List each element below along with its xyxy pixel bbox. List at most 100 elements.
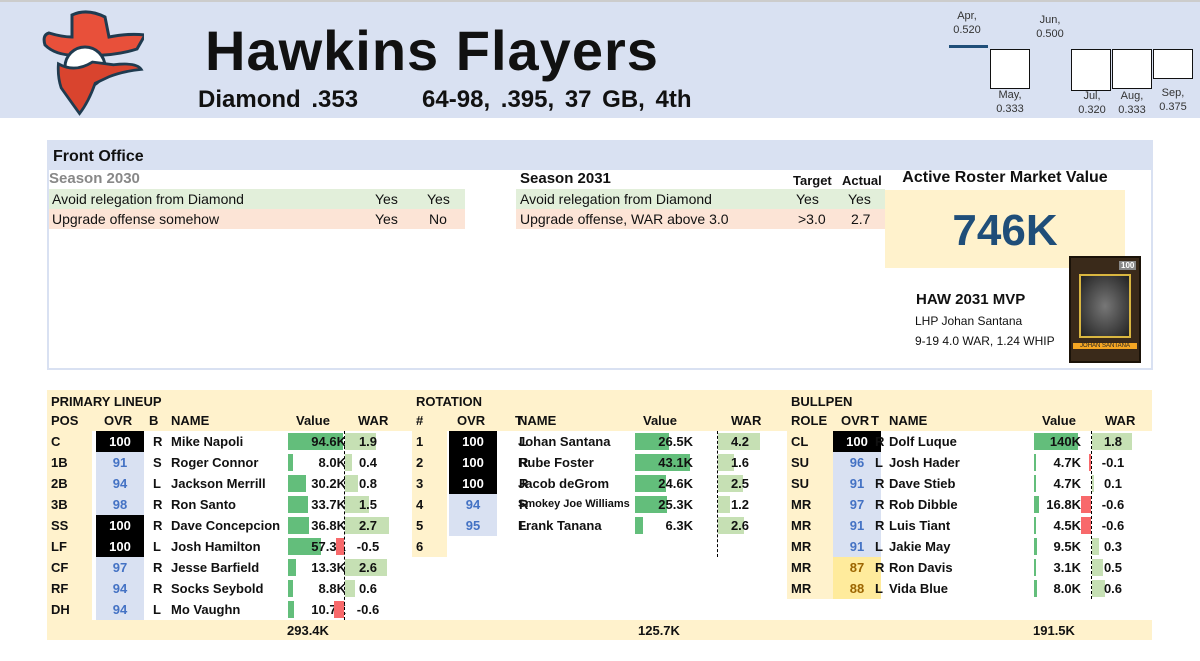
player-war: 1.2 <box>730 497 750 512</box>
player-war: 0.6 <box>358 581 378 596</box>
war-bar-negative <box>335 538 344 555</box>
player-value: 8.0K <box>318 455 346 470</box>
goal-row: Upgrade offense somehow Yes No <box>49 209 465 229</box>
tables-total-band <box>47 620 1152 640</box>
player-war: 0.6 <box>1103 581 1123 596</box>
table-row[interactable]: SS 100 R Dave Concepcion 36.8K 2.7 <box>47 515 412 536</box>
player-name: Rob Dibble <box>889 497 958 512</box>
card-ovr: 100 <box>1119 261 1137 270</box>
player-value: 6.3K <box>665 518 693 533</box>
table-row[interactable]: 1 100 L Johan Santana 26.5K 4.2 <box>412 431 777 452</box>
column-header-name: NAME <box>889 413 928 428</box>
column-header-name: NAME <box>518 413 557 428</box>
table-row[interactable]: C 100 R Mike Napoli 94.6K 1.9 <box>47 431 412 452</box>
hand: R <box>875 434 885 449</box>
ovr-badge: 100 <box>96 515 144 536</box>
row-label: C <box>51 434 61 449</box>
table-row[interactable]: CL 100 R Dolf Luque 140K 1.8 <box>787 431 1152 452</box>
player-war: -0.6 <box>356 602 380 617</box>
month-bar-apr <box>949 45 988 48</box>
table-row[interactable]: MR 91 L Jakie May 9.5K 0.3 <box>787 536 1152 557</box>
ovr-badge: 94 <box>449 494 497 515</box>
player-value: 13.3K <box>311 560 346 575</box>
row-label: 3 <box>416 476 424 491</box>
ovr-badge: 87 <box>833 557 881 578</box>
goal-row: Avoid relegation from Diamond Yes Yes <box>516 189 885 209</box>
table-row[interactable]: 5 95 L Frank Tanana 6.3K 2.6 <box>412 515 777 536</box>
table-row[interactable]: SU 91 R Dave Stieb 4.7K 0.1 <box>787 473 1152 494</box>
table-row[interactable]: 2B 94 L Jackson Merrill 30.2K 0.8 <box>47 473 412 494</box>
goal-row: Avoid relegation from Diamond Yes Yes <box>49 189 465 209</box>
table-row[interactable]: LF 100 L Josh Hamilton 57.3K -0.5 <box>47 536 412 557</box>
player-name: Luis Tiant <box>889 518 951 533</box>
ovr-badge: 100 <box>96 536 144 557</box>
row-label: 5 <box>416 518 424 533</box>
player-value: 30.2K <box>311 476 346 491</box>
lineup-title: PRIMARY LINEUP <box>51 394 162 409</box>
bullpen-total-value: 191.5K <box>1033 623 1075 638</box>
table-row[interactable]: RF 94 R Socks Seybold 8.8K 0.6 <box>47 578 412 599</box>
month-bar-aug <box>1112 49 1152 89</box>
row-label: 6 <box>416 539 424 554</box>
team-record: Diamond .353 64-98, .395, 37 GB, 4th <box>198 86 692 113</box>
player-name: Johan Santana <box>518 434 611 449</box>
ovr-badge: 91 <box>96 452 144 473</box>
war-bar-negative <box>1081 496 1091 513</box>
month-label-jun: Jun, 0.500 <box>1036 14 1064 40</box>
month-label-aug: Aug, 0.333 <box>1118 90 1146 116</box>
ovr-badge: 97 <box>96 557 144 578</box>
ovr-badge: 98 <box>96 494 144 515</box>
war-bar-negative <box>1081 517 1091 534</box>
ovr-badge: 94 <box>96 473 144 494</box>
table-row[interactable]: 2 100 R Rube Foster 43.1K 1.6 <box>412 452 777 473</box>
table-row[interactable]: 1B 91 S Roger Connor 8.0K 0.4 <box>47 452 412 473</box>
table-row[interactable]: MR 88 L Vida Blue 8.0K 0.6 <box>787 578 1152 599</box>
table-row[interactable]: 4 94 R Smokey Joe Williams 25.3K 1.2 <box>412 494 777 515</box>
row-label: MR <box>791 539 812 554</box>
month-bar-jul <box>1071 49 1111 91</box>
ovr-badge: 100 <box>449 452 497 473</box>
table-row[interactable]: MR 91 R Luis Tiant 4.5K -0.6 <box>787 515 1152 536</box>
table-row[interactable]: CF 97 R Jesse Barfield 13.3K 2.6 <box>47 557 412 578</box>
team-logo <box>42 10 144 116</box>
tables-header-band <box>47 390 1152 431</box>
hand: R <box>875 497 885 512</box>
player-war: 1.8 <box>1103 434 1123 449</box>
player-name: Smokey Joe Williams <box>518 498 630 510</box>
player-war: 2.6 <box>730 518 750 533</box>
month-bar-sep <box>1153 49 1193 79</box>
column-header-t: T <box>871 413 879 428</box>
table-row[interactable]: MR 97 R Rob Dibble 16.8K -0.6 <box>787 494 1152 515</box>
player-name: Ron Santo <box>171 497 236 512</box>
ovr-badge: 97 <box>833 494 881 515</box>
player-name: Rube Foster <box>518 455 594 470</box>
table-row[interactable]: 3B 98 R Ron Santo 33.7K 1.5 <box>47 494 412 515</box>
player-value: 4.7K <box>1053 455 1081 470</box>
card-portrait <box>1079 274 1131 338</box>
hand: L <box>153 476 161 491</box>
table-row[interactable]: MR 87 R Ron Davis 3.1K 0.5 <box>787 557 1152 578</box>
row-label: 1 <box>416 434 424 449</box>
hand: L <box>153 539 161 554</box>
table-row[interactable]: 3 100 R Jacob deGrom 24.6K 2.5 <box>412 473 777 494</box>
player-name: Socks Seybold <box>171 581 264 596</box>
month-label-apr: Apr, 0.520 <box>953 10 981 36</box>
table-row[interactable]: 6 <box>412 536 777 557</box>
hand: L <box>875 539 883 554</box>
ovr-badge: 100 <box>449 473 497 494</box>
player-war: 0.1 <box>1103 476 1123 491</box>
ovr-badge: 96 <box>833 452 881 473</box>
player-war: -0.1 <box>1101 455 1125 470</box>
table-row[interactable]: SU 96 L Josh Hader 4.7K -0.1 <box>787 452 1152 473</box>
player-war: 1.6 <box>730 455 750 470</box>
table-row[interactable]: DH 94 L Mo Vaughn 10.7K -0.6 <box>47 599 412 620</box>
hand: R <box>875 518 885 533</box>
row-label: MR <box>791 560 812 575</box>
column-header-b: B <box>149 413 159 428</box>
hand: R <box>875 560 885 575</box>
player-name: Ron Davis <box>889 560 953 575</box>
player-value: 25.3K <box>658 497 693 512</box>
war-bar-negative <box>1089 454 1091 471</box>
player-war: 1.9 <box>358 434 378 449</box>
player-value: 4.5K <box>1053 518 1081 533</box>
